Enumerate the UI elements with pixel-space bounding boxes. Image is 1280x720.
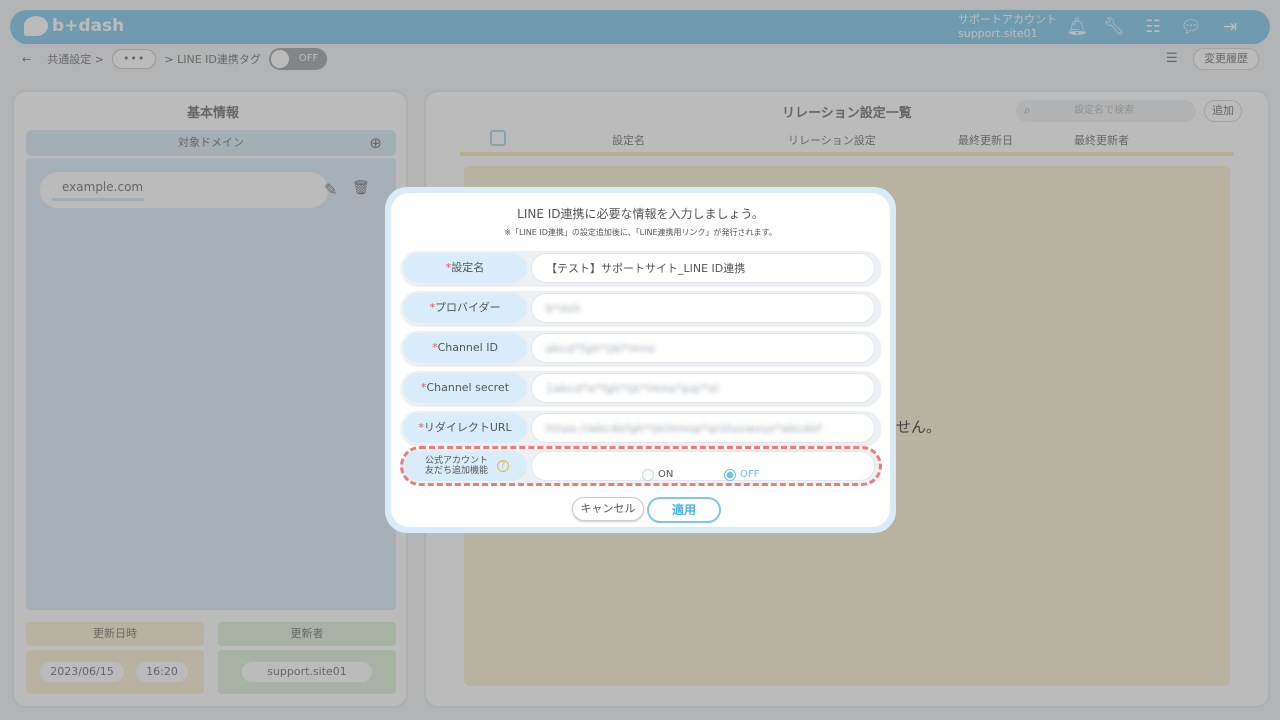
modal-body: LINE ID連携に必要な情報を入力しましょう。 ※「LINE ID連携」の設定… <box>391 193 890 527</box>
field-label: *プロバイダー <box>403 293 527 323</box>
cancel-button[interactable]: キャンセル <box>572 497 644 521</box>
line-id-modal: LINE ID連携に必要な情報を入力しましょう。 ※「LINE ID連携」の設定… <box>385 187 896 533</box>
field-label: *リダイレクトURL <box>403 413 527 443</box>
field-label: *設定名 <box>403 253 527 283</box>
redirect-url-input[interactable]: https://abcdefgh*ijklmnop*qrstuvwxyz*abc… <box>531 413 875 443</box>
field-provider: *プロバイダー b*dsh <box>401 291 881 325</box>
field-label-text: 設定名 <box>451 261 485 274</box>
empty-message: せん。 <box>896 418 942 436</box>
field-label: *Channel secret <box>403 373 527 403</box>
field-redirect-url: *リダイレクトURL https://abcdefgh*ijklmnop*qrs… <box>401 411 881 445</box>
field-channel-id: *Channel ID abcd*fgh*ijkl*mno <box>401 331 881 365</box>
field-channel-secret: *Channel secret 1abcd*e*fgh*ijk*lmno*pqr… <box>401 371 881 405</box>
field-label: *Channel ID <box>403 333 527 363</box>
apply-button[interactable]: 適用 <box>647 497 721 523</box>
field-label-text: プロバイダー <box>434 301 501 314</box>
modal-title: LINE ID連携に必要な情報を入力しましょう。 <box>517 207 764 221</box>
provider-input[interactable]: b*dsh <box>531 293 875 323</box>
redirect-url-value: https://abcdefgh*ijklmnop*qrstuvwxyz*abc… <box>546 422 822 435</box>
channel-id-value: abcd*fgh*ijkl*mno <box>546 342 656 355</box>
field-label-text: Channel secret <box>426 381 510 394</box>
field-label-text: リダイレクトURL <box>423 421 512 434</box>
highlight-annotation <box>400 446 882 486</box>
channel-secret-input[interactable]: 1abcd*e*fgh*ijk*lmno*pqr*st <box>531 373 875 403</box>
field-label-text: Channel ID <box>437 341 498 354</box>
provider-value: b*dsh <box>546 302 581 315</box>
channel-secret-value: 1abcd*e*fgh*ijk*lmno*pqr*st <box>546 382 720 395</box>
modal-note: ※「LINE ID連携」の設定追加後に、「LINE連携用リンク」が発行されます。 <box>504 228 777 237</box>
channel-id-input[interactable]: abcd*fgh*ijkl*mno <box>531 333 875 363</box>
field-setting-name: *設定名 【テスト】サポートサイト_LINE ID連携 <box>401 251 881 285</box>
setting-name-input[interactable]: 【テスト】サポートサイト_LINE ID連携 <box>531 253 875 283</box>
